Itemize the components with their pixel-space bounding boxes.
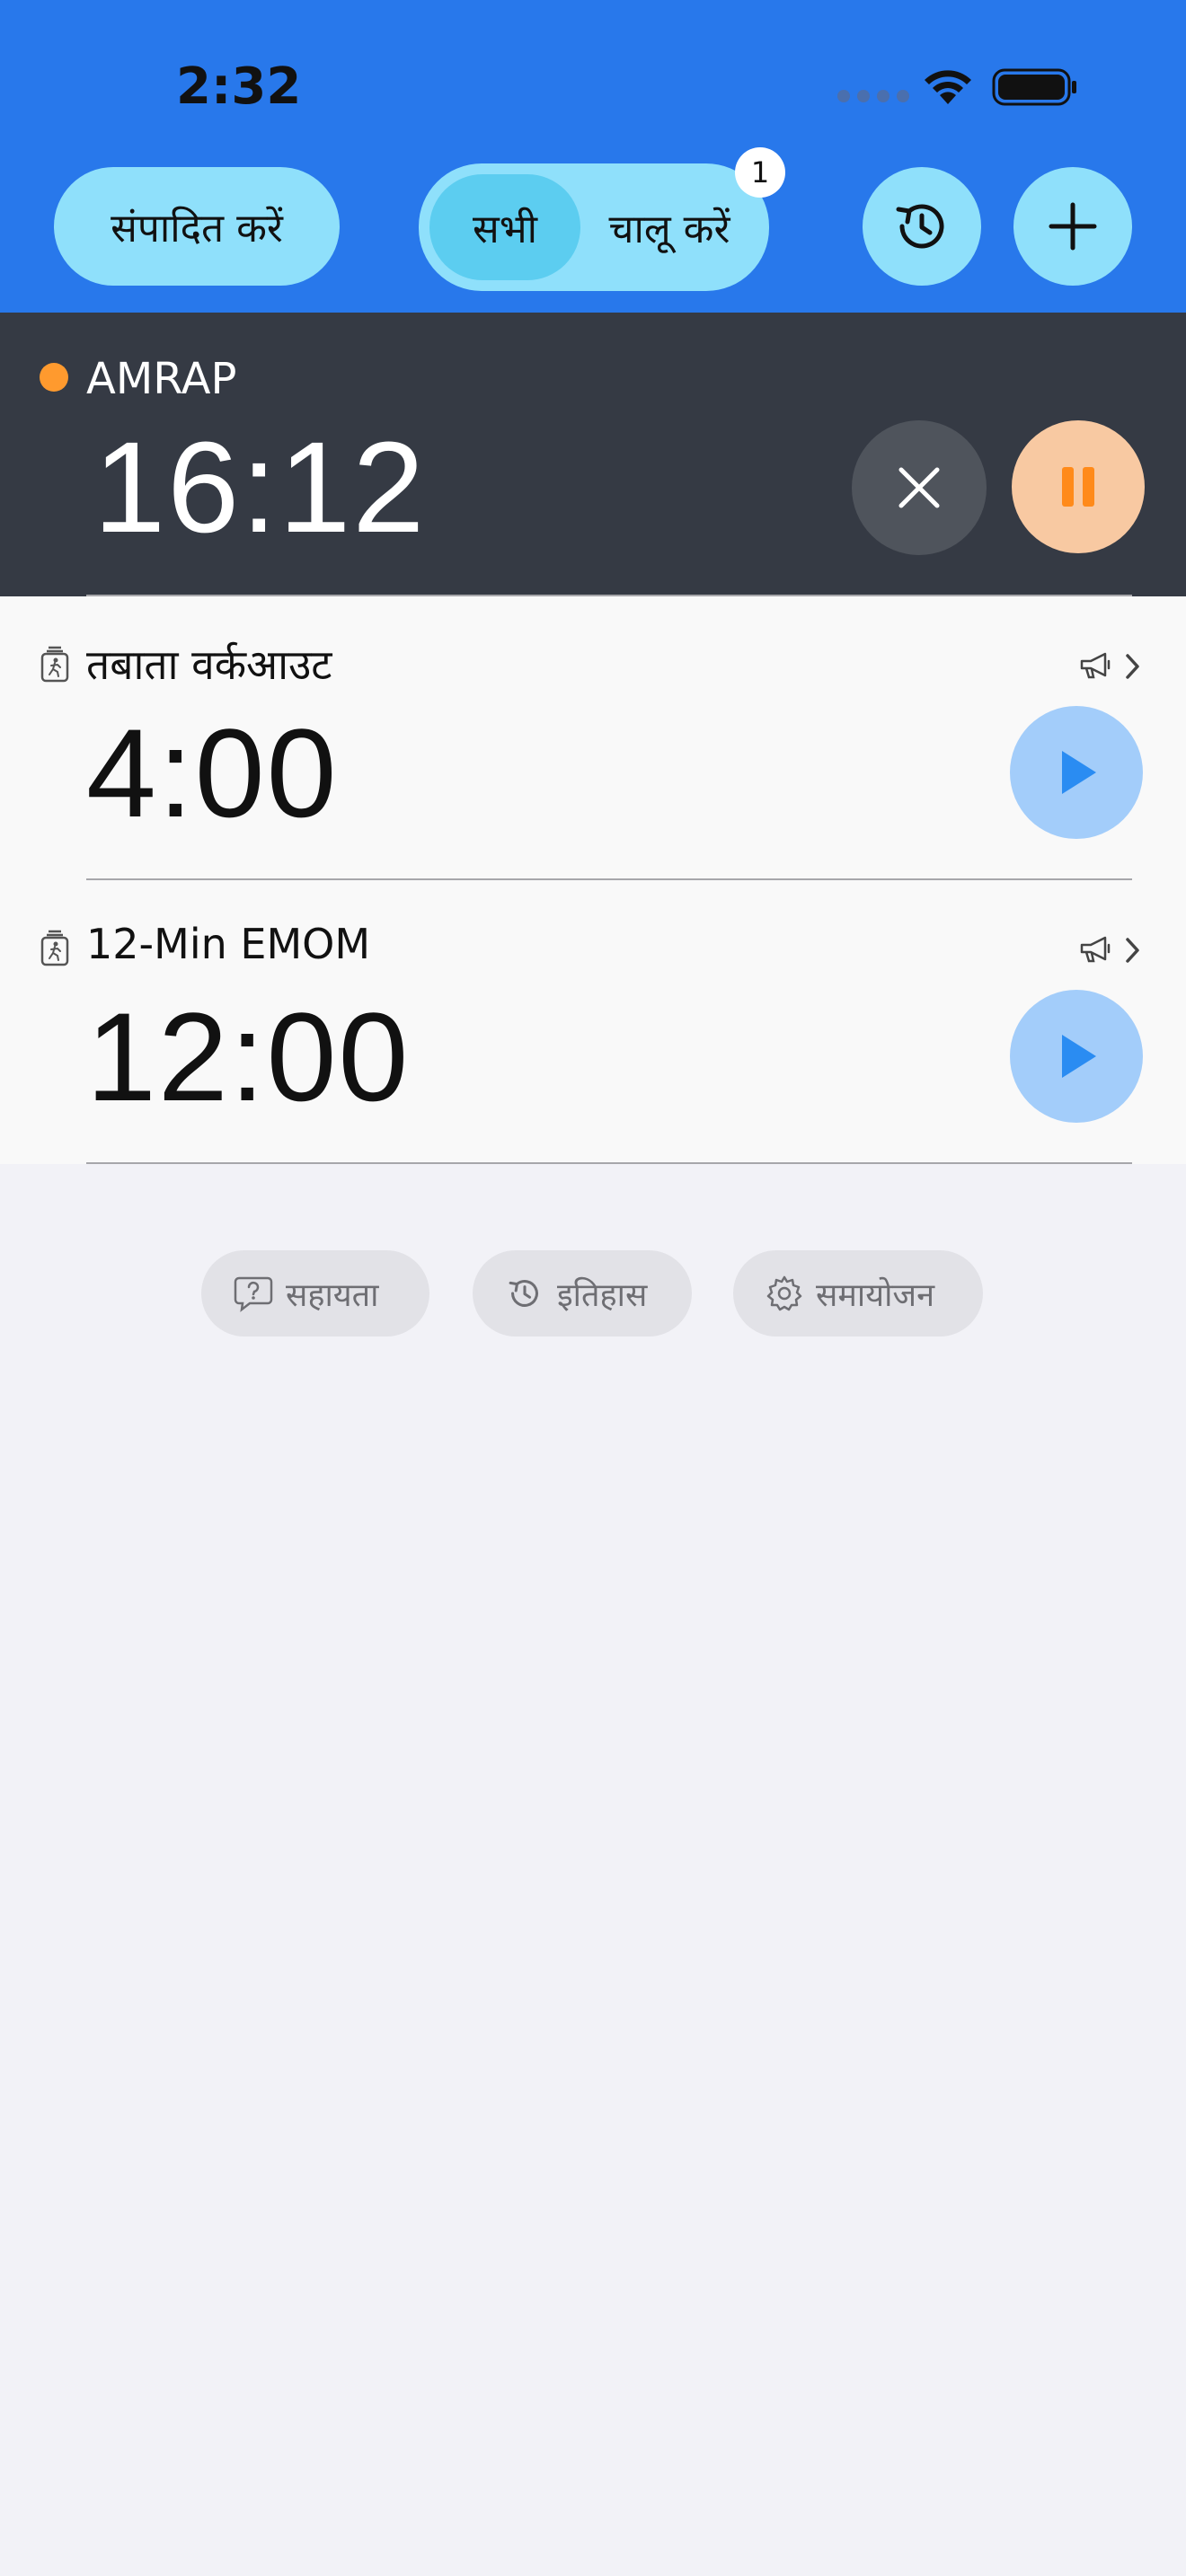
plus-icon [1049, 202, 1097, 251]
history-icon [896, 204, 944, 249]
play-icon [1062, 751, 1096, 794]
running-timer-time: 16:12 [93, 415, 427, 560]
divider [86, 1162, 1132, 1164]
help-button[interactable]: सहायता [201, 1250, 429, 1337]
edit-button[interactable]: संपादित करें [54, 167, 340, 286]
filter-segmented-control: सभी चालू करें [419, 163, 769, 291]
chevron-right-icon[interactable] [1123, 652, 1143, 681]
cancel-timer-button[interactable] [852, 420, 987, 555]
segment-running[interactable]: चालू करें [580, 200, 758, 254]
timer-preset-icon [40, 930, 69, 966]
timer-duration: 4:00 [86, 702, 339, 843]
timer-duration: 12:00 [86, 986, 411, 1127]
running-count-badge: 1 [735, 147, 785, 198]
pause-icon [1062, 467, 1094, 507]
close-icon [898, 467, 940, 508]
question-bubble-icon [234, 1276, 273, 1312]
play-icon [1062, 1035, 1096, 1078]
start-timer-button[interactable] [1010, 706, 1143, 839]
battery-icon [992, 68, 1076, 106]
timer-name: तबाता वर्कआउट [86, 640, 332, 689]
timer-name: 12-Min EMOM [86, 920, 371, 968]
help-label: सहायता [286, 1276, 379, 1314]
pause-timer-button[interactable] [1012, 420, 1145, 553]
start-timer-button[interactable] [1010, 990, 1143, 1123]
running-timer-name: AMRAP [86, 354, 237, 404]
megaphone-icon [1080, 652, 1111, 679]
running-status-dot [40, 363, 68, 392]
add-button[interactable] [1013, 167, 1132, 286]
chevron-right-icon[interactable] [1123, 936, 1143, 965]
history-footer-button[interactable]: इतिहास [473, 1250, 692, 1337]
megaphone-icon [1080, 936, 1111, 963]
segment-all[interactable]: सभी [429, 174, 580, 280]
cellular-signal-icon [837, 90, 909, 102]
settings-button[interactable]: समायोजन [733, 1250, 983, 1337]
settings-label: समायोजन [816, 1276, 935, 1314]
timer-preset-icon [40, 646, 69, 683]
gear-icon [766, 1275, 802, 1311]
history-label: इतिहास [557, 1276, 648, 1314]
history-button[interactable] [863, 167, 981, 286]
history-icon [509, 1280, 538, 1307]
wifi-icon [925, 70, 971, 104]
status-time: 2:32 [176, 57, 302, 116]
